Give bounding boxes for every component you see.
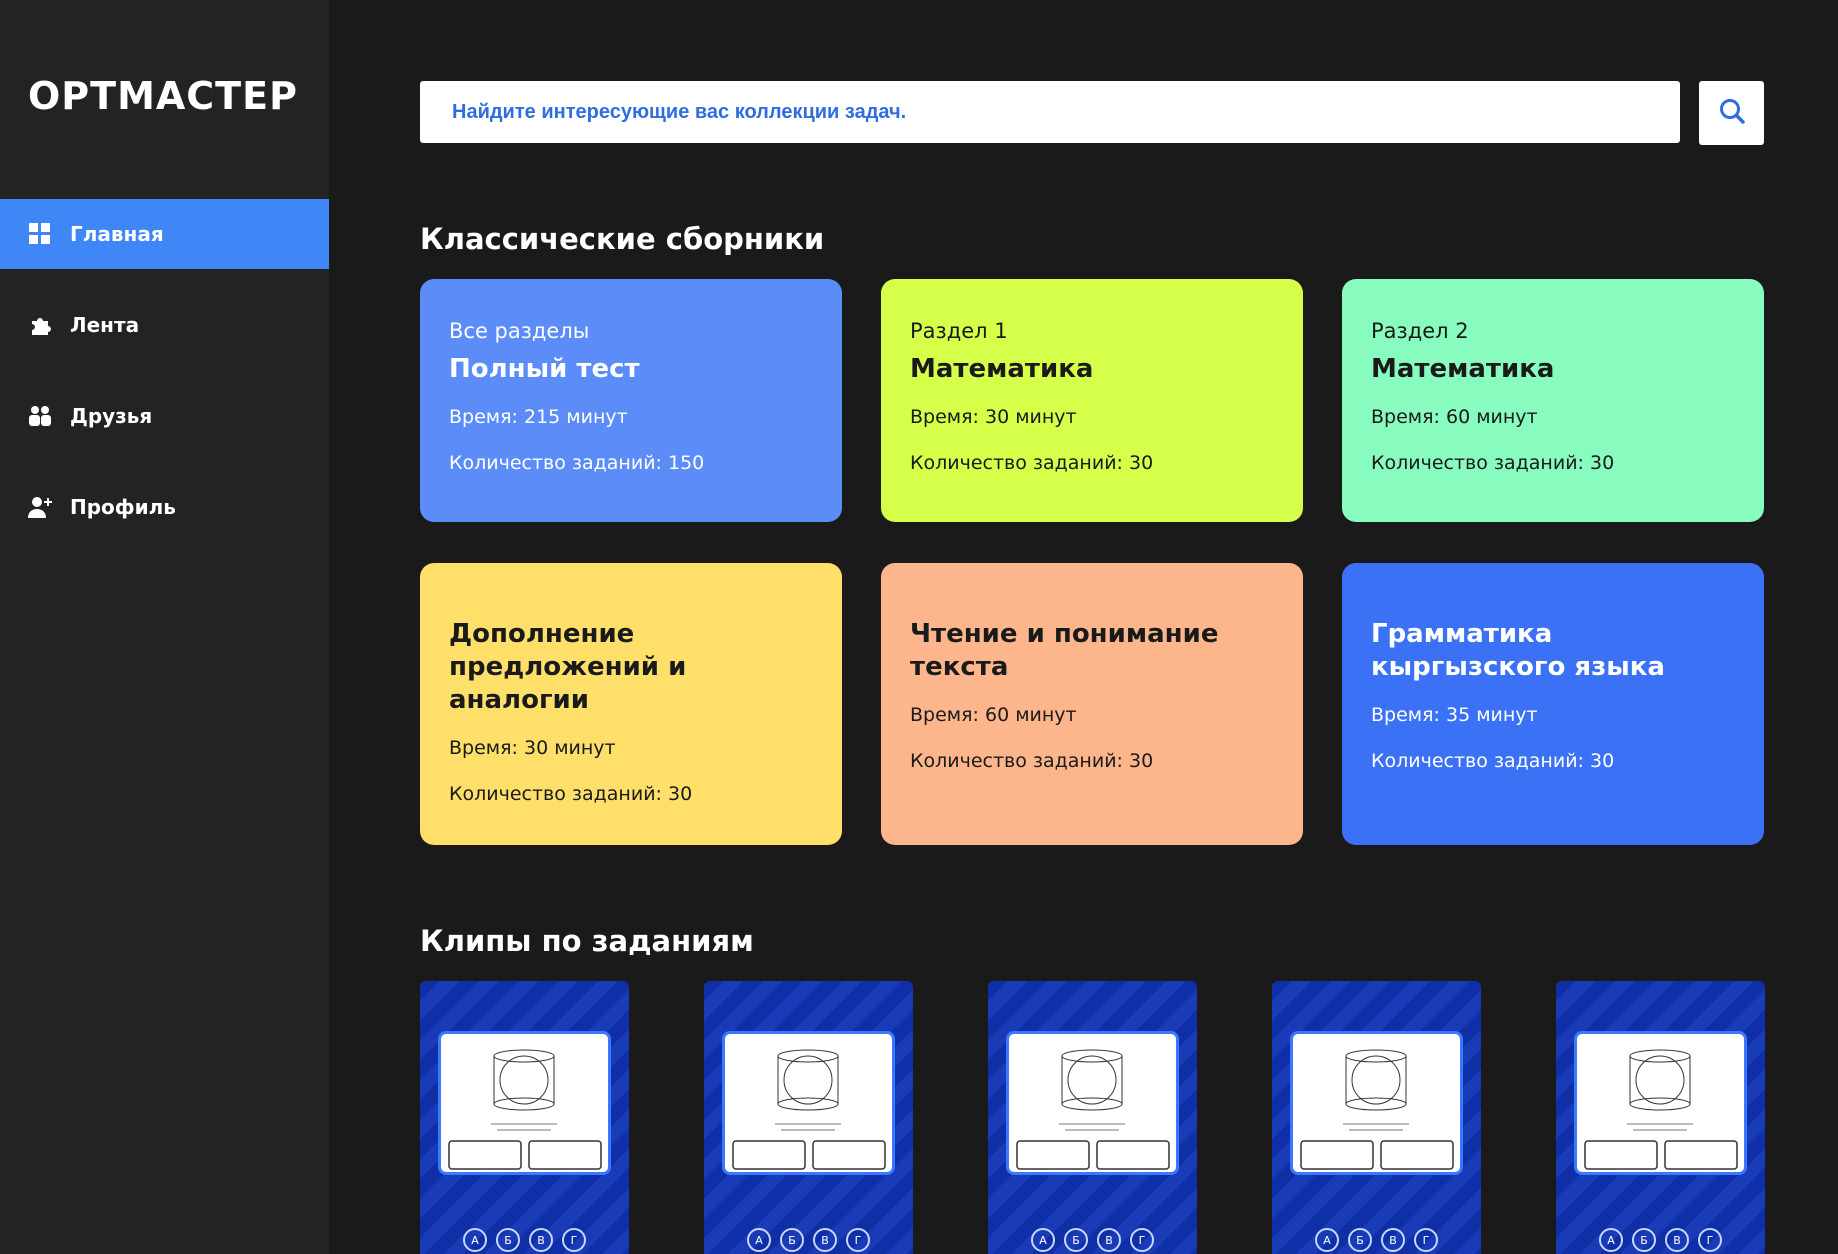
clip-option[interactable]: В [1665, 1228, 1689, 1252]
sidebar-item-label: Друзья [70, 404, 153, 428]
clip-option[interactable]: Б [1064, 1228, 1088, 1252]
clip-options: А Б В Г [1556, 1228, 1765, 1252]
card-subtitle: Все разделы [449, 319, 590, 343]
card-count: Количество заданий: 30 [910, 452, 1154, 474]
card-count: Количество заданий: 30 [1371, 452, 1615, 474]
geometry-figure-icon [1300, 1049, 1454, 1170]
clip-options: А Б В Г [988, 1228, 1197, 1252]
card-title: Чтение и понимание текста [910, 619, 1219, 682]
clip-preview [438, 1031, 611, 1175]
card-title: Математика [1371, 354, 1555, 384]
sidebar: ОРТМАСТЕР Главная Лента Друзья Профиль [0, 0, 329, 1254]
search-icon [1718, 97, 1746, 129]
card-title: Грамматика кыргызского языка [1371, 619, 1665, 682]
card-time: Время: 30 минут [910, 406, 1077, 428]
card-time: Время: 30 минут [449, 737, 616, 759]
search-bar [420, 81, 1680, 143]
clip-preview [722, 1031, 895, 1175]
sidebar-item-home[interactable]: Главная [0, 199, 329, 269]
clip-item[interactable]: А Б В Г [420, 981, 629, 1254]
card-title: Математика [910, 354, 1094, 384]
card-subtitle: Раздел 2 [1371, 319, 1469, 343]
clip-option[interactable]: В [813, 1228, 837, 1252]
clip-option[interactable]: А [1315, 1228, 1339, 1252]
card-count: Количество заданий: 30 [910, 750, 1154, 772]
clip-options: А Б В Г [704, 1228, 913, 1252]
card-time: Время: 60 минут [1371, 406, 1538, 428]
section-title-clips: Клипы по заданиям [420, 924, 754, 958]
clip-option[interactable]: Б [780, 1228, 804, 1252]
users-icon [28, 404, 52, 428]
sidebar-item-friends[interactable]: Друзья [0, 381, 329, 451]
user-plus-icon [28, 495, 52, 519]
sidebar-item-label: Профиль [70, 495, 176, 519]
clip-option[interactable]: В [529, 1228, 553, 1252]
clip-option[interactable]: Б [496, 1228, 520, 1252]
sidebar-item-profile[interactable]: Профиль [0, 472, 329, 542]
clip-option[interactable]: Г [1698, 1228, 1722, 1252]
sidebar-item-feed[interactable]: Лента [0, 290, 329, 360]
clip-item[interactable]: А Б В Г [704, 981, 913, 1254]
card-time: Время: 60 минут [910, 704, 1077, 726]
geometry-figure-icon [1584, 1049, 1738, 1170]
clip-option[interactable]: Г [1414, 1228, 1438, 1252]
main-content: Классические сборники Все разделы Полный… [329, 0, 1838, 1254]
clip-option[interactable]: В [1381, 1228, 1405, 1252]
clip-option[interactable]: А [747, 1228, 771, 1252]
card-count: Количество заданий: 150 [449, 452, 705, 474]
geometry-figure-icon [732, 1049, 886, 1170]
collection-card-full-test[interactable]: Все разделы Полный тест Время: 215 минут… [420, 279, 842, 522]
clip-option[interactable]: А [1031, 1228, 1055, 1252]
app-logo[interactable]: ОРТМАСТЕР [28, 74, 298, 118]
clip-item[interactable]: А Б В Г [1556, 981, 1765, 1254]
sidebar-item-label: Главная [70, 222, 164, 246]
collection-card-grammar[interactable]: Грамматика кыргызского языка Время: 35 м… [1342, 563, 1764, 845]
clip-option[interactable]: Г [562, 1228, 586, 1252]
card-count: Количество заданий: 30 [1371, 750, 1615, 772]
collection-card-analogies[interactable]: Дополнение предложений и аналогии Время:… [420, 563, 842, 845]
card-time: Время: 35 минут [1371, 704, 1538, 726]
collection-card-reading[interactable]: Чтение и понимание текста Время: 60 мину… [881, 563, 1303, 845]
geometry-figure-icon [1016, 1049, 1170, 1170]
clip-item[interactable]: А Б В Г [988, 981, 1197, 1254]
clip-preview [1006, 1031, 1179, 1175]
clip-option[interactable]: Г [1130, 1228, 1154, 1252]
clip-preview [1574, 1031, 1747, 1175]
clip-option[interactable]: В [1097, 1228, 1121, 1252]
puzzle-icon [28, 313, 52, 337]
clip-option[interactable]: А [1599, 1228, 1623, 1252]
geometry-figure-icon [448, 1049, 602, 1170]
card-subtitle: Раздел 1 [910, 319, 1008, 343]
clip-option[interactable]: Г [846, 1228, 870, 1252]
sidebar-item-label: Лента [70, 313, 140, 337]
clip-item[interactable]: А Б В Г [1272, 981, 1481, 1254]
clip-option[interactable]: Б [1348, 1228, 1372, 1252]
section-title-classic: Классические сборники [420, 222, 825, 256]
clip-option[interactable]: Б [1632, 1228, 1656, 1252]
card-title: Полный тест [449, 354, 640, 384]
card-time: Время: 215 минут [449, 406, 628, 428]
clip-preview [1290, 1031, 1463, 1175]
collection-card-math-1[interactable]: Раздел 1 Математика Время: 30 минут Коли… [881, 279, 1303, 522]
collection-card-math-2[interactable]: Раздел 2 Математика Время: 60 минут Коли… [1342, 279, 1764, 522]
clip-options: А Б В Г [420, 1228, 629, 1252]
search-input[interactable] [452, 81, 1680, 143]
clip-option[interactable]: А [463, 1228, 487, 1252]
grid-icon [28, 222, 52, 246]
clip-options: А Б В Г [1272, 1228, 1481, 1252]
card-count: Количество заданий: 30 [449, 783, 693, 805]
search-button[interactable] [1699, 81, 1764, 145]
card-title: Дополнение предложений и аналогии [449, 619, 687, 715]
